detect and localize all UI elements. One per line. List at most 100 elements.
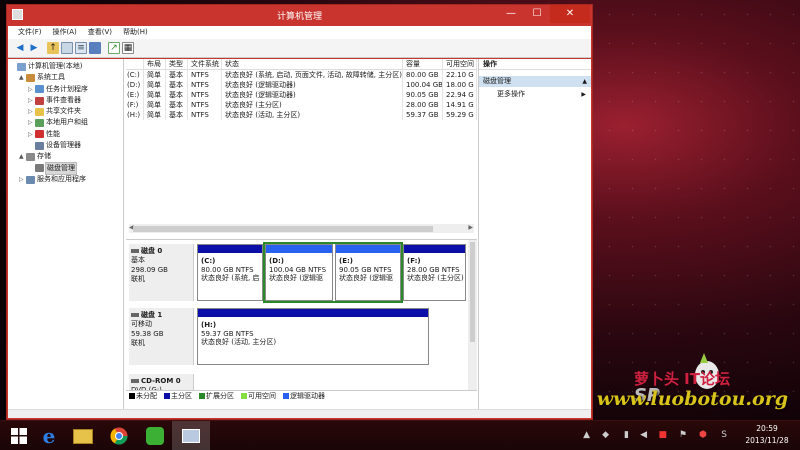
taskbar-wechat[interactable] — [136, 421, 174, 450]
expand-arrow-icon[interactable]: ▷ — [28, 129, 35, 140]
tree-item[interactable]: 设备管理器 — [8, 140, 123, 151]
tray-network-icon[interactable]: ▮ — [624, 430, 629, 440]
col-layout[interactable]: 布局 — [144, 59, 166, 69]
tray-app-icon[interactable]: ◆ — [602, 430, 609, 440]
title-bar[interactable]: 计算机管理 — ☐ ✕ — [7, 5, 592, 25]
volume-row[interactable]: (F:) 简单 基本 NTFS 状态良好 (主分区) 28.00 GB 14.91 G — [126, 100, 477, 110]
collapse-icon: ▲ — [582, 78, 587, 85]
settings-icon[interactable]: ▦ — [122, 42, 134, 54]
tree-item[interactable]: ▷ 事件查看器 — [8, 95, 123, 106]
taskbar-explorer[interactable] — [64, 421, 102, 450]
tray-flag-icon[interactable]: ⚑ — [679, 430, 687, 440]
disk-status: 联机 — [131, 274, 145, 283]
tree-item[interactable]: 计算机管理(本地) — [8, 61, 123, 72]
volume-cell: (E:) — [126, 90, 144, 100]
legend-label: 主分区 — [171, 391, 192, 400]
partition-block[interactable]: (C:) 80.00 GB NTFS 状态良好 (系统, 启 — [197, 244, 263, 301]
volume-cell: 28.00 GB — [403, 100, 443, 110]
chrome-icon — [110, 427, 128, 445]
tray-antivirus-icon[interactable]: ■ — [658, 430, 667, 440]
menu-action[interactable]: 操作(A) — [53, 26, 77, 39]
tree-item-label: 本地用户和组 — [46, 118, 88, 127]
disk-drive-icon — [131, 313, 139, 317]
tree-item[interactable]: ▷ 共享文件夹 — [8, 106, 123, 117]
volume-cell: (H:) — [126, 110, 144, 120]
partition-block[interactable]: (F:) 28.00 GB NTFS 状态良好 (主分区) — [403, 244, 466, 301]
volume-row[interactable]: (C:) 简单 基本 NTFS 状态良好 (系统, 启动, 页面文件, 活动, 故障转储… — [126, 70, 477, 80]
disk-status: 联机 — [131, 338, 145, 347]
watermark-site: www.luobotou.org — [596, 388, 788, 410]
tree-item[interactable]: ▷ 任务计划程序 — [8, 84, 123, 95]
menu-view[interactable]: 查看(V) — [88, 26, 112, 39]
maximize-button[interactable]: ☐ — [524, 5, 550, 23]
file-explorer-icon — [73, 428, 93, 444]
expand-arrow-icon[interactable]: ▷ — [28, 84, 35, 95]
show-hide-tree-icon[interactable] — [61, 42, 73, 54]
col-type[interactable]: 类型 — [166, 59, 188, 69]
volume-row[interactable]: (E:) 简单 基本 NTFS 状态良好 (逻辑驱动器) 90.05 GB 22.94 G — [126, 90, 477, 100]
menu-file[interactable]: 文件(F) — [18, 26, 42, 39]
tree-item-label: 任务计划程序 — [46, 84, 88, 93]
volume-cell: 90.05 GB — [403, 90, 443, 100]
back-icon[interactable]: ◀ — [14, 42, 26, 54]
volume-row[interactable]: (D:) 简单 基本 NTFS 状态良好 (逻辑驱动器) 100.04 GB 18.00 G — [126, 80, 477, 90]
properties-icon[interactable]: ≡ — [75, 42, 87, 54]
export-icon[interactable]: ↗ — [108, 42, 120, 54]
computer-icon — [17, 62, 26, 71]
tree-item[interactable]: ▷ 服务和应用程序 — [8, 174, 123, 185]
tray-ime-icon[interactable]: S — [721, 430, 727, 440]
volume-icon[interactable]: ◀ — [640, 430, 647, 440]
col-free-space[interactable]: 可用空间 — [443, 59, 477, 69]
expand-arrow-icon[interactable]: ▷ — [28, 117, 35, 128]
disk-view-scrollbar[interactable] — [468, 240, 477, 400]
center-pane: 布局 类型 文件系统 状态 容量 可用空间 (C:) 简单 基本 NTFS 状态良好 (… — [126, 59, 477, 409]
clock-date: 2013/11/28 — [745, 436, 789, 445]
menu-bar: 文件(F) 操作(A) 查看(V) 帮助(H) — [8, 26, 591, 39]
navigation-tree: 计算机管理(本地) ▲ 系统工具 ▷ 任务计划程序 ▷ 事件查看器 ▷ 共享文件夹 ▷ 本地用户和组… — [8, 59, 124, 409]
expand-arrow-icon[interactable]: ▷ — [19, 174, 26, 185]
disk-label[interactable]: 磁盘 1 可移动 59.38 GB 联机 — [129, 308, 194, 365]
partition-size: 80.00 GB NTFS — [201, 265, 254, 274]
minimize-button[interactable]: — — [498, 5, 524, 23]
tree-item[interactable]: ▷ 本地用户和组 — [8, 117, 123, 128]
legend-label: 逻辑驱动器 — [290, 391, 325, 400]
disk-label[interactable]: 磁盘 0 基本 298.09 GB 联机 — [129, 244, 194, 301]
tray-shield-icon[interactable]: ⬢ — [699, 430, 707, 440]
taskbar-chrome[interactable] — [100, 421, 138, 450]
up-folder-icon[interactable]: ↑ — [47, 42, 59, 54]
tree-item[interactable]: ▲ 存储 — [8, 151, 123, 162]
legend: 未分配 主分区 扩展分区 可用空间 逻辑驱动器 — [126, 390, 477, 400]
tree-item[interactable]: 磁盘管理 — [8, 161, 123, 175]
menu-help[interactable]: 帮助(H) — [123, 26, 148, 39]
disk-row: 磁盘 1 可移动 59.38 GB 联机 (H:) 59.37 GB NTFS 状态良好 (… — [129, 308, 465, 365]
partition-status: 状态良好 (活动, 主分区) — [201, 338, 277, 346]
close-button[interactable]: ✕ — [550, 5, 590, 23]
partition-block[interactable]: (H:) 59.37 GB NTFS 状态良好 (活动, 主分区) — [197, 308, 429, 365]
col-volume[interactable] — [126, 59, 144, 69]
col-capacity[interactable]: 容量 — [403, 59, 443, 69]
expand-arrow-icon[interactable]: ▷ — [28, 106, 35, 117]
expand-arrow-icon[interactable]: ▲ — [19, 72, 26, 83]
bottom-scrollbar[interactable] — [8, 409, 591, 418]
more-actions-item[interactable]: 更多操作 ▶ — [479, 89, 591, 100]
col-filesystem[interactable]: 文件系统 — [188, 59, 222, 69]
legend-item: 主分区 — [164, 391, 192, 401]
clock[interactable]: 20:59 2013/11/28 — [745, 423, 789, 447]
volume-list-scrollbar[interactable]: ◀ ▶ — [129, 224, 474, 233]
expand-arrow-icon[interactable]: ▷ — [28, 95, 35, 106]
volume-row[interactable]: (H:) 简单 基本 NTFS 状态良好 (活动, 主分区) 59.37 GB 59.29 … — [126, 110, 477, 120]
volume-cell: 状态良好 (逻辑驱动器) — [222, 80, 403, 90]
volume-list: 布局 类型 文件系统 状态 容量 可用空间 (C:) 简单 基本 NTFS 状态良好 (… — [126, 59, 477, 217]
tray-overflow-icon[interactable]: ▲ — [583, 430, 590, 440]
tree-item[interactable]: ▷ 性能 — [8, 129, 123, 140]
forward-icon[interactable]: ▶ — [28, 42, 40, 54]
col-status[interactable]: 状态 — [222, 59, 403, 69]
actions-section-disk-management[interactable]: 磁盘管理 ▲ — [479, 76, 591, 87]
legend-swatch — [199, 392, 205, 399]
expand-arrow-icon[interactable]: ▲ — [19, 151, 26, 162]
taskbar-computer-management[interactable] — [172, 421, 210, 450]
taskbar-ie[interactable]: e — [30, 421, 68, 450]
help-icon[interactable] — [89, 42, 101, 54]
more-actions-label: 更多操作 — [497, 90, 525, 98]
tree-item[interactable]: ▲ 系统工具 — [8, 72, 123, 83]
